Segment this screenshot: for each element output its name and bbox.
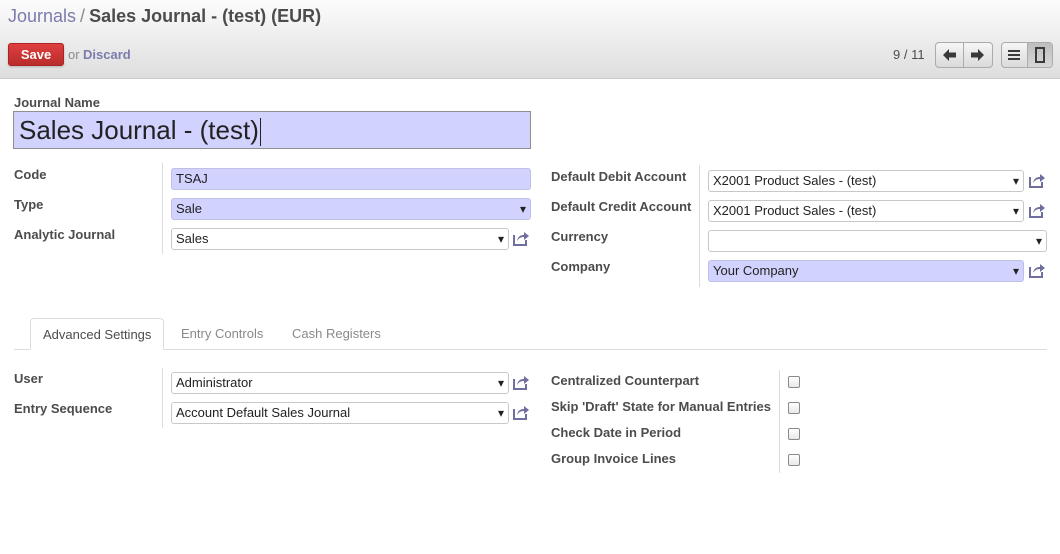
- check-date-in-period-checkbox[interactable]: [788, 428, 800, 440]
- external-link-icon[interactable]: [1028, 262, 1046, 278]
- entry-sequence-value: Account Default Sales Journal: [176, 405, 351, 420]
- type-value: Sale: [176, 201, 203, 216]
- analytic-journal-select[interactable]: Sales: [171, 228, 509, 250]
- tab-advanced-settings[interactable]: Advanced Settings: [30, 318, 165, 350]
- tab-bar-line: [14, 349, 1047, 350]
- breadcrumb-journals-link[interactable]: Journals: [8, 6, 76, 26]
- type-select[interactable]: Sale: [171, 198, 531, 220]
- list-view-icon: [1008, 50, 1021, 60]
- form-view-button[interactable]: [1026, 43, 1052, 67]
- external-link-icon[interactable]: [1028, 172, 1046, 188]
- company-label: Company: [551, 259, 611, 274]
- or-text: or: [68, 47, 80, 62]
- tab-cash-registers[interactable]: Cash Registers: [292, 318, 381, 350]
- default-debit-account-label: Default Debit Account: [551, 169, 687, 184]
- journal-name-input[interactable]: Sales Journal - (test): [13, 111, 531, 149]
- default-credit-account-label: Default Credit Account: [551, 199, 692, 214]
- pager-previous-button[interactable]: [936, 43, 963, 67]
- code-input[interactable]: TSAJ: [171, 168, 531, 190]
- pager-counter: 9 / 11: [893, 47, 925, 62]
- entry-sequence-label: Entry Sequence: [14, 401, 113, 416]
- arrow-left-icon: [942, 49, 956, 61]
- journal-name-label: Journal Name: [14, 95, 100, 110]
- breadcrumb-current: Sales Journal - (test) (EUR): [89, 6, 322, 26]
- breadcrumb: Journals / Sales Journal - (test) (EUR): [8, 6, 321, 27]
- code-label: Code: [14, 167, 47, 182]
- breadcrumb-separator: /: [80, 6, 86, 26]
- default-credit-account-select[interactable]: X2001 Product Sales - (test): [708, 200, 1024, 222]
- analytic-journal-value: Sales: [176, 231, 209, 246]
- user-value: Administrator: [176, 375, 253, 390]
- view-switcher: [1001, 42, 1053, 68]
- currency-select[interactable]: [708, 230, 1047, 252]
- default-credit-account-value: X2001 Product Sales - (test): [713, 203, 877, 218]
- arrow-right-icon: [971, 49, 984, 61]
- group-divider: [699, 165, 700, 287]
- skip-draft-state-checkbox[interactable]: [788, 402, 800, 414]
- pager-buttons: [935, 42, 993, 68]
- pager-next-button[interactable]: [963, 43, 990, 67]
- entry-sequence-select[interactable]: Account Default Sales Journal: [171, 402, 509, 424]
- centralized-counterpart-checkbox[interactable]: [788, 376, 800, 388]
- external-link-icon[interactable]: [512, 374, 530, 390]
- external-link-icon[interactable]: [512, 230, 530, 246]
- list-view-button[interactable]: [1002, 43, 1027, 67]
- user-select[interactable]: Administrator: [171, 372, 509, 394]
- group-invoice-lines-label: Group Invoice Lines: [551, 451, 676, 466]
- journal-name-value: Sales Journal - (test): [19, 115, 259, 145]
- centralized-counterpart-label: Centralized Counterpart: [551, 373, 700, 388]
- external-link-icon[interactable]: [512, 404, 530, 420]
- check-date-in-period-label: Check Date in Period: [551, 425, 682, 440]
- default-debit-account-select[interactable]: X2001 Product Sales - (test): [708, 170, 1024, 192]
- text-cursor: [259, 118, 261, 147]
- group-invoice-lines-checkbox[interactable]: [788, 454, 800, 466]
- control-panel: Journals / Sales Journal - (test) (EUR) Sa…: [0, 0, 1060, 79]
- save-button[interactable]: Save: [8, 43, 64, 66]
- company-select[interactable]: Your Company: [708, 260, 1024, 282]
- company-value: Your Company: [713, 263, 799, 278]
- default-debit-account-value: X2001 Product Sales - (test): [713, 173, 877, 188]
- user-label: User: [14, 371, 43, 386]
- analytic-journal-label: Analytic Journal: [14, 227, 116, 242]
- skip-draft-state-label: Skip 'Draft' State for Manual Entries: [551, 399, 772, 414]
- currency-label: Currency: [551, 229, 609, 244]
- form-view-icon: [1034, 47, 1045, 63]
- group-divider: [779, 370, 780, 473]
- tab-entry-controls[interactable]: Entry Controls: [181, 318, 263, 350]
- discard-link[interactable]: Discard: [83, 47, 131, 62]
- external-link-icon[interactable]: [1028, 202, 1046, 218]
- group-divider: [162, 368, 163, 428]
- type-label: Type: [14, 197, 44, 212]
- group-divider: [162, 163, 163, 254]
